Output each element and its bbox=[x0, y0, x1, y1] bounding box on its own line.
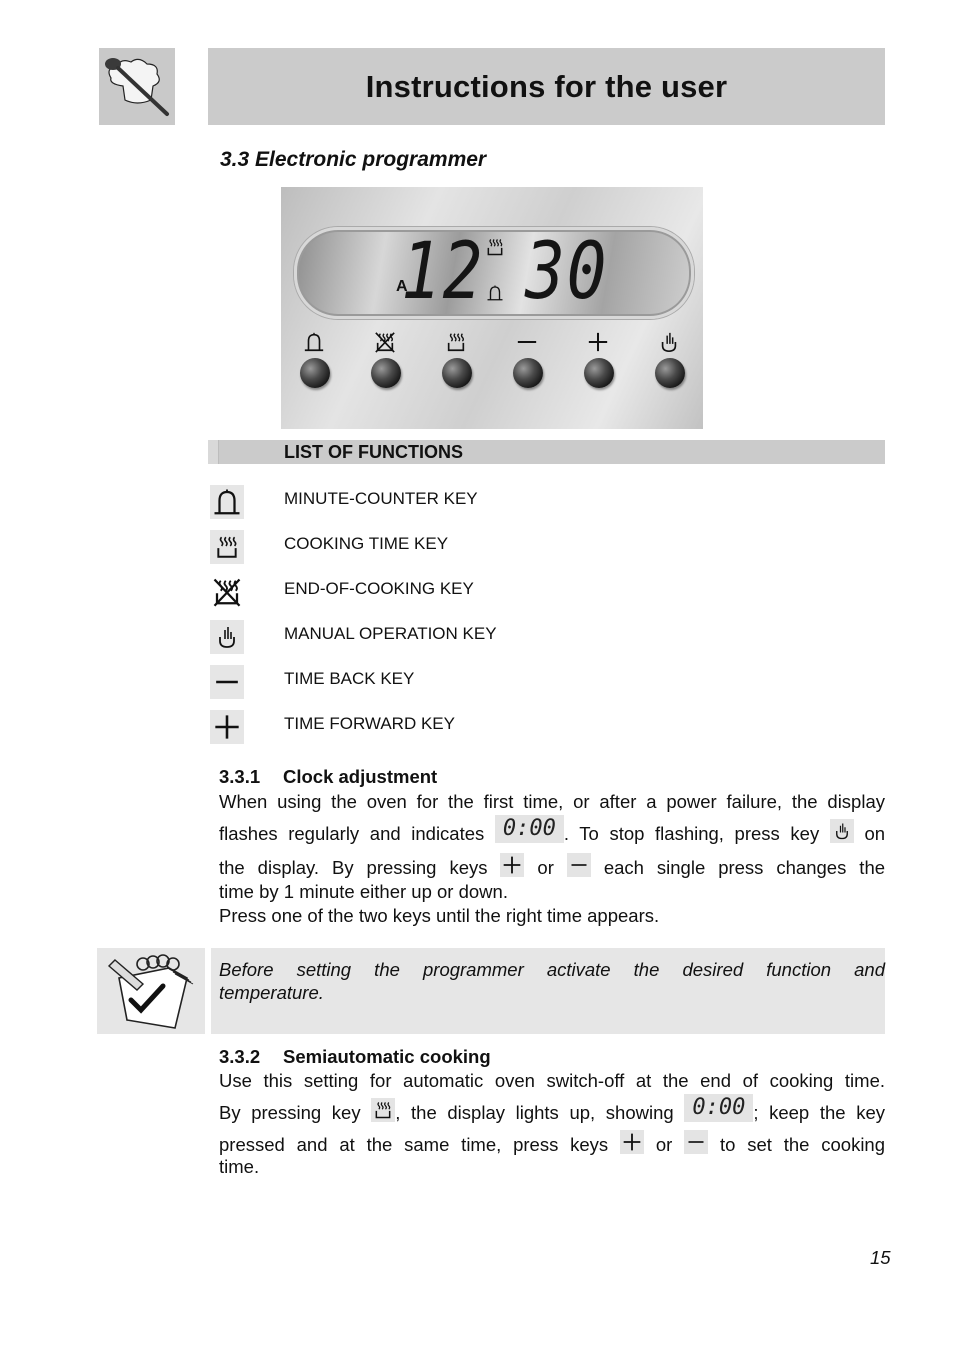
display-reading: 0:00 bbox=[494, 815, 564, 844]
functions-header: LIST OF FUNCTIONS bbox=[208, 440, 885, 464]
end-of-cooking-icon bbox=[370, 330, 400, 354]
function-item: COOKING TIME KEY bbox=[208, 530, 808, 564]
function-label: MINUTE-COUNTER KEY bbox=[284, 489, 478, 508]
function-item: TIME BACK KEY bbox=[208, 665, 808, 699]
text-line: time by 1 minute either up or down. bbox=[219, 881, 508, 902]
time-forward-key[interactable] bbox=[584, 358, 614, 388]
bell-icon bbox=[210, 485, 244, 519]
semiautomatic-text: Use this setting for automatic oven swit… bbox=[219, 1069, 885, 1179]
clock-adjustment-heading: 3.3.1 Clock adjustment bbox=[219, 766, 437, 788]
clock-adjustment-text: When using the oven for the first time, … bbox=[219, 790, 885, 928]
note-line: Before setting the programmer activate t… bbox=[219, 959, 885, 980]
time-back-key[interactable] bbox=[513, 358, 543, 388]
manual-operation-key[interactable] bbox=[655, 358, 685, 388]
lcd-display: A 12 30 bbox=[294, 227, 694, 319]
function-label: COOKING TIME KEY bbox=[284, 534, 449, 553]
note-icon-box bbox=[97, 948, 205, 1034]
text-line: Press one of the two keys until the righ… bbox=[219, 905, 660, 926]
text-span: each single press changes the bbox=[603, 857, 886, 878]
page-number: 15 bbox=[870, 1247, 891, 1268]
display-reading: 0:00 bbox=[684, 1094, 754, 1123]
display-minutes: 30 bbox=[525, 227, 609, 317]
hand-icon bbox=[210, 620, 244, 654]
text-line: flashes regularly and indicates 0:00. To… bbox=[219, 814, 885, 846]
text-line: the display. By pressing keys or each si… bbox=[219, 846, 885, 880]
heading-title: Semiautomatic cooking bbox=[283, 1046, 491, 1067]
text-span: to set the cooking bbox=[719, 1134, 886, 1155]
text-line: When using the oven for the first time, … bbox=[219, 791, 885, 812]
chef-hat-spoon-icon bbox=[105, 58, 169, 116]
minus-icon bbox=[512, 330, 542, 354]
page-title: Instructions for the user bbox=[365, 68, 728, 104]
notepad-check-icon bbox=[107, 954, 194, 1029]
function-item: MANUAL OPERATION KEY bbox=[208, 620, 808, 654]
text-span: By pressing key bbox=[219, 1102, 361, 1123]
section-title: 3.3 Electronic programmer bbox=[220, 148, 487, 171]
display-hours: 12 bbox=[401, 227, 485, 317]
function-label: TIME BACK KEY bbox=[284, 669, 415, 688]
minus-icon bbox=[210, 665, 244, 699]
cooking-time-key[interactable] bbox=[442, 358, 472, 388]
hand-icon bbox=[654, 330, 684, 354]
end-of-cooking-icon bbox=[210, 575, 244, 609]
text-span: . To stop flashing, press key bbox=[563, 823, 820, 844]
text-span: or bbox=[537, 857, 554, 878]
logo bbox=[99, 48, 175, 125]
cooking-time-icon bbox=[371, 1098, 396, 1123]
text-line: By pressing key , the display lights up,… bbox=[219, 1093, 885, 1125]
text-line: time. bbox=[219, 1156, 260, 1177]
text-line: pressed and at the same time, press keys… bbox=[219, 1125, 885, 1155]
plus-icon bbox=[210, 710, 244, 744]
function-label: MANUAL OPERATION KEY bbox=[284, 624, 497, 643]
function-label: END-OF-COOKING KEY bbox=[284, 579, 474, 598]
text-line: Use this setting for automatic oven swit… bbox=[219, 1070, 885, 1091]
text-span: or bbox=[655, 1134, 673, 1155]
end-of-cooking-key[interactable] bbox=[371, 358, 401, 388]
function-item: MINUTE-COUNTER KEY bbox=[208, 485, 808, 519]
programmer-panel: A 12 30 bbox=[281, 187, 703, 429]
text-span: the display. By pressing keys bbox=[219, 857, 488, 878]
bell-icon bbox=[486, 284, 504, 302]
text-span: pressed and at the same time, press keys bbox=[219, 1134, 609, 1155]
plus-icon bbox=[500, 853, 525, 878]
bell-icon bbox=[299, 330, 329, 354]
text-span: , the display lights up, showing bbox=[395, 1102, 674, 1123]
function-item: END-OF-COOKING KEY bbox=[208, 575, 808, 609]
minus-icon bbox=[566, 853, 591, 878]
heading-number: 3.3.2 bbox=[219, 1046, 261, 1067]
text-span: flashes regularly and indicates bbox=[219, 823, 485, 844]
plus-icon bbox=[620, 1130, 645, 1155]
function-item: TIME FORWARD KEY bbox=[208, 710, 808, 744]
header-bar: Instructions for the user bbox=[208, 48, 885, 125]
cooking-time-icon bbox=[210, 530, 244, 564]
heading-title: Clock adjustment bbox=[283, 766, 438, 787]
function-label: TIME FORWARD KEY bbox=[284, 714, 455, 733]
functions-header-label: LIST OF FUNCTIONS bbox=[284, 442, 463, 462]
cooking-time-icon bbox=[485, 237, 505, 257]
plus-icon bbox=[583, 330, 613, 354]
text-span: on bbox=[864, 823, 886, 844]
semiautomatic-heading: 3.3.2 Semiautomatic cooking bbox=[219, 1046, 491, 1068]
note-line: temperature. bbox=[219, 982, 324, 1003]
minus-icon bbox=[684, 1130, 709, 1155]
heading-number: 3.3.1 bbox=[219, 766, 261, 787]
hand-icon bbox=[829, 819, 854, 844]
text-span: ; keep the key bbox=[753, 1102, 886, 1123]
note-text: Before setting the programmer activate t… bbox=[219, 958, 885, 1004]
cooking-time-icon bbox=[441, 330, 471, 354]
minute-counter-key[interactable] bbox=[300, 358, 330, 388]
